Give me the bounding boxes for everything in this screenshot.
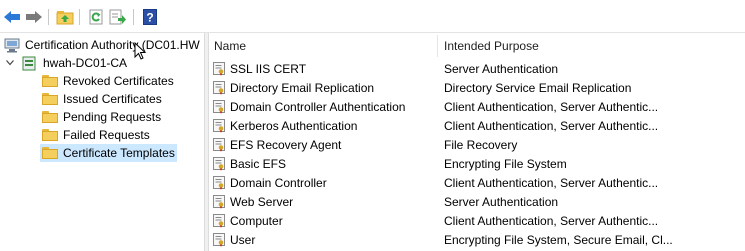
template-purpose: Server Authentication (444, 62, 559, 76)
template-purpose: Directory Service Email Replication (444, 81, 632, 95)
tree-item-label: Revoked Certificates (63, 74, 174, 88)
column-separator[interactable] (437, 35, 438, 57)
refresh-icon[interactable] (87, 8, 105, 26)
toolbar-separator (48, 9, 49, 25)
tree-item-failed-requests[interactable]: Failed Requests (40, 126, 190, 144)
template-purpose: Encrypting File System, Secure Email, Cl… (444, 233, 673, 247)
certificate-template-icon (213, 81, 225, 95)
template-name: Domain Controller Authentication (230, 100, 406, 114)
toolbar-separator (79, 9, 80, 25)
column-header-name[interactable]: Name (214, 33, 434, 57)
table-row[interactable]: SSL IIS CERT Server Authentication (209, 60, 745, 79)
template-purpose: File Recovery (444, 138, 518, 152)
template-name: Directory Email Replication (230, 81, 375, 95)
tree-item-issued-certificates[interactable]: Issued Certificates (40, 90, 190, 108)
tree-ca-node[interactable]: hwah-DC01-CA (4, 54, 204, 72)
table-row[interactable]: Directory Email Replication Directory Ser… (209, 79, 745, 98)
template-purpose: Encrypting File System (444, 157, 567, 171)
column-header-purpose[interactable]: Intended Purpose (444, 33, 734, 57)
tree-pane: Certification Authority (DC01.HW hwah-DC… (0, 33, 204, 251)
table-row[interactable]: Basic EFS Encrypting File System (209, 155, 745, 174)
certificate-template-icon (213, 157, 225, 171)
table-row[interactable]: Domain Controller Authentication Client A… (209, 98, 745, 117)
certificate-template-icon (213, 176, 225, 190)
export-list-icon[interactable] (109, 8, 127, 26)
folder-icon (42, 129, 58, 141)
table-row[interactable]: User Encrypting File System, Secure Email… (209, 231, 745, 250)
tree-item-label: Pending Requests (63, 110, 162, 124)
up-folder-icon[interactable] (56, 8, 74, 26)
tree-item-pending-requests[interactable]: Pending Requests (40, 108, 190, 126)
template-name: Web Server (230, 195, 294, 209)
template-purpose: Client Authentication, Server Authentic.… (444, 176, 659, 190)
folder-icon (42, 147, 58, 159)
template-name: Kerberos Authentication (230, 119, 358, 133)
table-row[interactable]: Domain Controller Client Authentication, … (209, 174, 745, 193)
template-purpose: Client Authentication, Server Authentic.… (444, 214, 659, 228)
tree-root-label: Certification Authority (DC01.HW (25, 38, 200, 52)
folder-icon (42, 93, 58, 105)
chevron-down-icon[interactable] (6, 60, 14, 66)
computer-icon (4, 38, 20, 53)
table-row[interactable]: Kerberos Authentication Client Authentica… (209, 117, 745, 136)
template-name: SSL IIS CERT (230, 62, 307, 76)
tree-item-label: Failed Requests (63, 128, 150, 142)
certificate-template-icon (213, 119, 225, 133)
template-purpose: Server Authentication (444, 195, 559, 209)
certificate-template-icon (213, 233, 225, 247)
certificate-template-icon (213, 195, 225, 209)
table-row[interactable]: EFS Recovery Agent File Recovery (209, 136, 745, 155)
tree-item-label: Certificate Templates (63, 146, 175, 160)
table-row[interactable]: Computer Client Authentication, Server Au… (209, 212, 745, 231)
template-name: Basic EFS (230, 157, 287, 171)
ca-server-icon (22, 56, 36, 71)
help-icon[interactable]: ? (141, 8, 159, 26)
certificate-template-icon (213, 214, 225, 228)
template-name: Domain Controller (230, 176, 327, 190)
template-name: EFS Recovery Agent (230, 138, 342, 152)
certificate-template-icon (213, 138, 225, 152)
list-pane: Name Intended Purpose SSL IIS CERT Server… (209, 33, 745, 251)
template-purpose: Client Authentication, Server Authentic.… (444, 100, 659, 114)
template-name: User (230, 233, 256, 247)
template-name: Computer (230, 214, 283, 228)
certificate-template-icon (213, 62, 225, 76)
toolbar: ? (0, 0, 745, 33)
tree-ca-label: hwah-DC01-CA (43, 56, 128, 70)
template-purpose: Client Authentication, Server Authentic.… (444, 119, 659, 133)
forward-icon[interactable] (25, 8, 43, 26)
tree-item-revoked-certificates[interactable]: Revoked Certificates (40, 72, 190, 90)
certificate-template-icon (213, 100, 225, 114)
folder-icon (42, 75, 58, 87)
tree-item-label: Issued Certificates (63, 92, 162, 106)
toolbar-separator (133, 9, 134, 25)
svg-text:?: ? (146, 11, 153, 25)
folder-icon (42, 111, 58, 123)
back-icon[interactable] (3, 8, 21, 26)
table-row[interactable]: Web Server Server Authentication (209, 193, 745, 212)
tree-item-certificate-templates[interactable]: Certificate Templates (40, 144, 177, 162)
tree-root[interactable]: Certification Authority (DC01.HW (4, 36, 204, 54)
